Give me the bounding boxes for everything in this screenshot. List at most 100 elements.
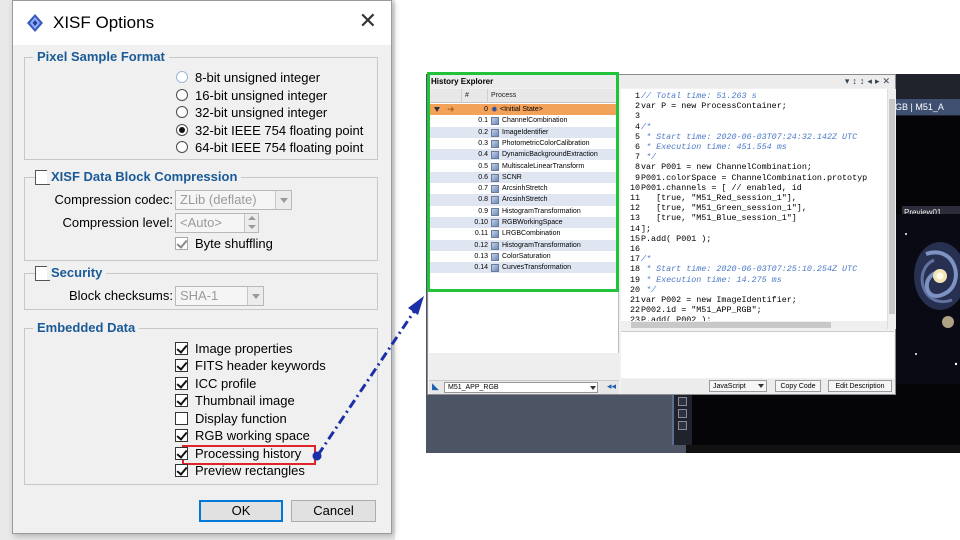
checkbox[interactable] — [175, 412, 188, 425]
compression-codec-label: Compression codec: — [54, 192, 174, 207]
embedded-data-option[interactable]: ICC profile — [175, 375, 256, 392]
byte-shuffling-checkbox[interactable] — [175, 237, 188, 250]
embedded-data-option[interactable]: Image properties — [175, 340, 293, 357]
line-number: 1 — [634, 91, 640, 101]
embedded-data-label: RGB working space — [195, 428, 310, 443]
code-line: 22P002.id = "M51_APP_RGB"; — [621, 305, 762, 315]
code-view[interactable]: 1// Total time: 51.263 s 2var P = new Pro… — [621, 89, 887, 329]
view-icon[interactable]: ◣ — [432, 381, 439, 392]
chevron-down-icon — [590, 386, 596, 390]
edit-description-button[interactable]: Edit Description — [828, 380, 892, 392]
side-button[interactable] — [678, 421, 687, 430]
checkbox[interactable] — [175, 359, 188, 372]
line-number: 13 — [629, 213, 640, 224]
chevron-down-icon — [247, 287, 263, 305]
embedded-data-option[interactable]: RGB working space — [175, 427, 310, 444]
embedded-data-option[interactable]: Processing history — [175, 445, 301, 462]
code-text: * Execution time: 451.554 ms — [641, 142, 787, 152]
checkbox[interactable] — [175, 464, 188, 477]
compression-level-spinbox[interactable]: <Auto> — [175, 213, 259, 233]
sample-format-option[interactable]: 16-bit unsigned integer — [176, 87, 327, 104]
byte-shuffling-checkbox-row[interactable]: Byte shuffling — [175, 235, 273, 252]
rewind-icon[interactable]: ◂◂ — [607, 381, 616, 392]
embedded-data-label: Thumbnail image — [195, 393, 295, 408]
language-value: JavaScript — [713, 383, 746, 390]
line-number: 21 — [629, 295, 640, 305]
code-line: 16 — [621, 244, 641, 254]
group-title: Pixel Sample Format — [33, 49, 169, 64]
checkbox[interactable] — [175, 447, 188, 460]
chevron-down-icon — [758, 384, 764, 388]
code-line: 10P001.channels = [ // enabled, id — [621, 183, 802, 193]
code-horizontal-scrollbar[interactable] — [621, 321, 887, 329]
line-number: 17 — [629, 254, 640, 265]
code-line: 6 * Execution time: 451.554 ms — [621, 142, 787, 152]
sample-format-label: 32-bit unsigned integer — [195, 105, 328, 120]
line-number: 7 — [634, 152, 640, 163]
sample-format-option[interactable]: 64-bit IEEE 754 floating point — [176, 139, 363, 156]
compression-codec-select[interactable]: ZLib (deflate) — [175, 190, 292, 210]
copy-code-button[interactable]: Copy Code — [775, 380, 821, 392]
group-title: Security — [47, 265, 107, 280]
checkbox[interactable] — [175, 394, 188, 407]
checkbox[interactable] — [175, 429, 188, 442]
line-number: 22 — [629, 305, 640, 316]
checkbox[interactable] — [175, 342, 188, 355]
radio-button[interactable] — [176, 124, 188, 136]
ok-button[interactable]: OK — [199, 500, 283, 522]
code-vertical-scrollbar[interactable] — [887, 89, 896, 329]
checkbox[interactable] — [175, 377, 188, 390]
line-number: 8 — [634, 162, 640, 173]
code-text: ]; — [641, 223, 652, 234]
line-number: 15 — [629, 233, 640, 244]
code-text: P001.channels = [ // enabled, id — [641, 182, 802, 193]
tree-toolbar: ◣ M51_APP_RGB ◂◂ — [429, 380, 619, 394]
code-text: [true, "M51_Green_session_1"], — [641, 203, 807, 214]
code-text: var P001 = new ChannelCombination; — [641, 162, 812, 173]
compression-codec-value: ZLib (deflate) — [180, 192, 257, 207]
sample-format-option[interactable]: 32-bit unsigned integer — [176, 104, 327, 121]
code-text: [true, "M51_Blue_session_1"] — [641, 213, 797, 224]
description-pane[interactable] — [621, 331, 894, 378]
code-line: 7 */ — [621, 152, 656, 162]
embedded-data-label: Image properties — [195, 341, 293, 356]
xisf-options-dialog: XISF Options ✕ Pixel Sample Format XISF … — [12, 0, 392, 534]
code-line: 3 — [621, 111, 641, 121]
embedded-data-option[interactable]: Preview rectangles — [175, 462, 305, 479]
code-line: 9P001.colorSpace = ChannelCombination.pr… — [621, 173, 867, 183]
line-number: 2 — [634, 101, 640, 112]
code-text: /* — [641, 121, 652, 132]
block-checksums-value: SHA-1 — [180, 288, 219, 303]
language-select[interactable]: JavaScript — [709, 380, 767, 392]
embedded-data-option[interactable]: Thumbnail image — [175, 392, 295, 409]
compression-level-value: <Auto> — [180, 215, 222, 230]
sample-format-label: 32-bit IEEE 754 floating point — [195, 123, 364, 138]
group-title: XISF Data Block Compression — [47, 169, 242, 184]
embedded-data-label: Processing history — [195, 446, 302, 461]
embedded-data-label: FITS header keywords — [195, 358, 326, 373]
line-number: 14 — [629, 223, 640, 234]
radio-button[interactable] — [176, 141, 188, 153]
line-number: 10 — [629, 182, 640, 193]
embedded-data-option[interactable]: Display function — [175, 410, 287, 427]
radio-button[interactable] — [176, 89, 188, 101]
radio-button[interactable] — [176, 106, 188, 118]
code-text: */ — [641, 152, 657, 163]
view-selector[interactable]: M51_APP_RGB — [444, 382, 598, 393]
side-button[interactable] — [678, 409, 687, 418]
line-number: 3 — [634, 111, 640, 122]
block-checksums-label: Block checksums: — [68, 288, 173, 303]
embedded-data-option[interactable]: FITS header keywords — [175, 357, 326, 374]
block-checksums-select[interactable]: SHA-1 — [175, 286, 264, 306]
code-line: 4/* — [621, 122, 651, 132]
window-controls[interactable]: ▾↕↕◂▸✕ — [845, 76, 893, 87]
sample-format-option[interactable]: 32-bit IEEE 754 floating point — [176, 122, 363, 139]
chevron-down-icon — [275, 191, 291, 209]
sample-format-option[interactable]: 8-bit unsigned integer — [176, 69, 320, 86]
side-button[interactable] — [678, 397, 687, 406]
code-line: 20 */ — [621, 285, 656, 295]
radio-button[interactable] — [176, 71, 188, 83]
embedded-data-label: Display function — [195, 411, 287, 426]
cancel-button[interactable]: Cancel — [291, 500, 376, 522]
close-icon[interactable]: ✕ — [359, 10, 377, 32]
